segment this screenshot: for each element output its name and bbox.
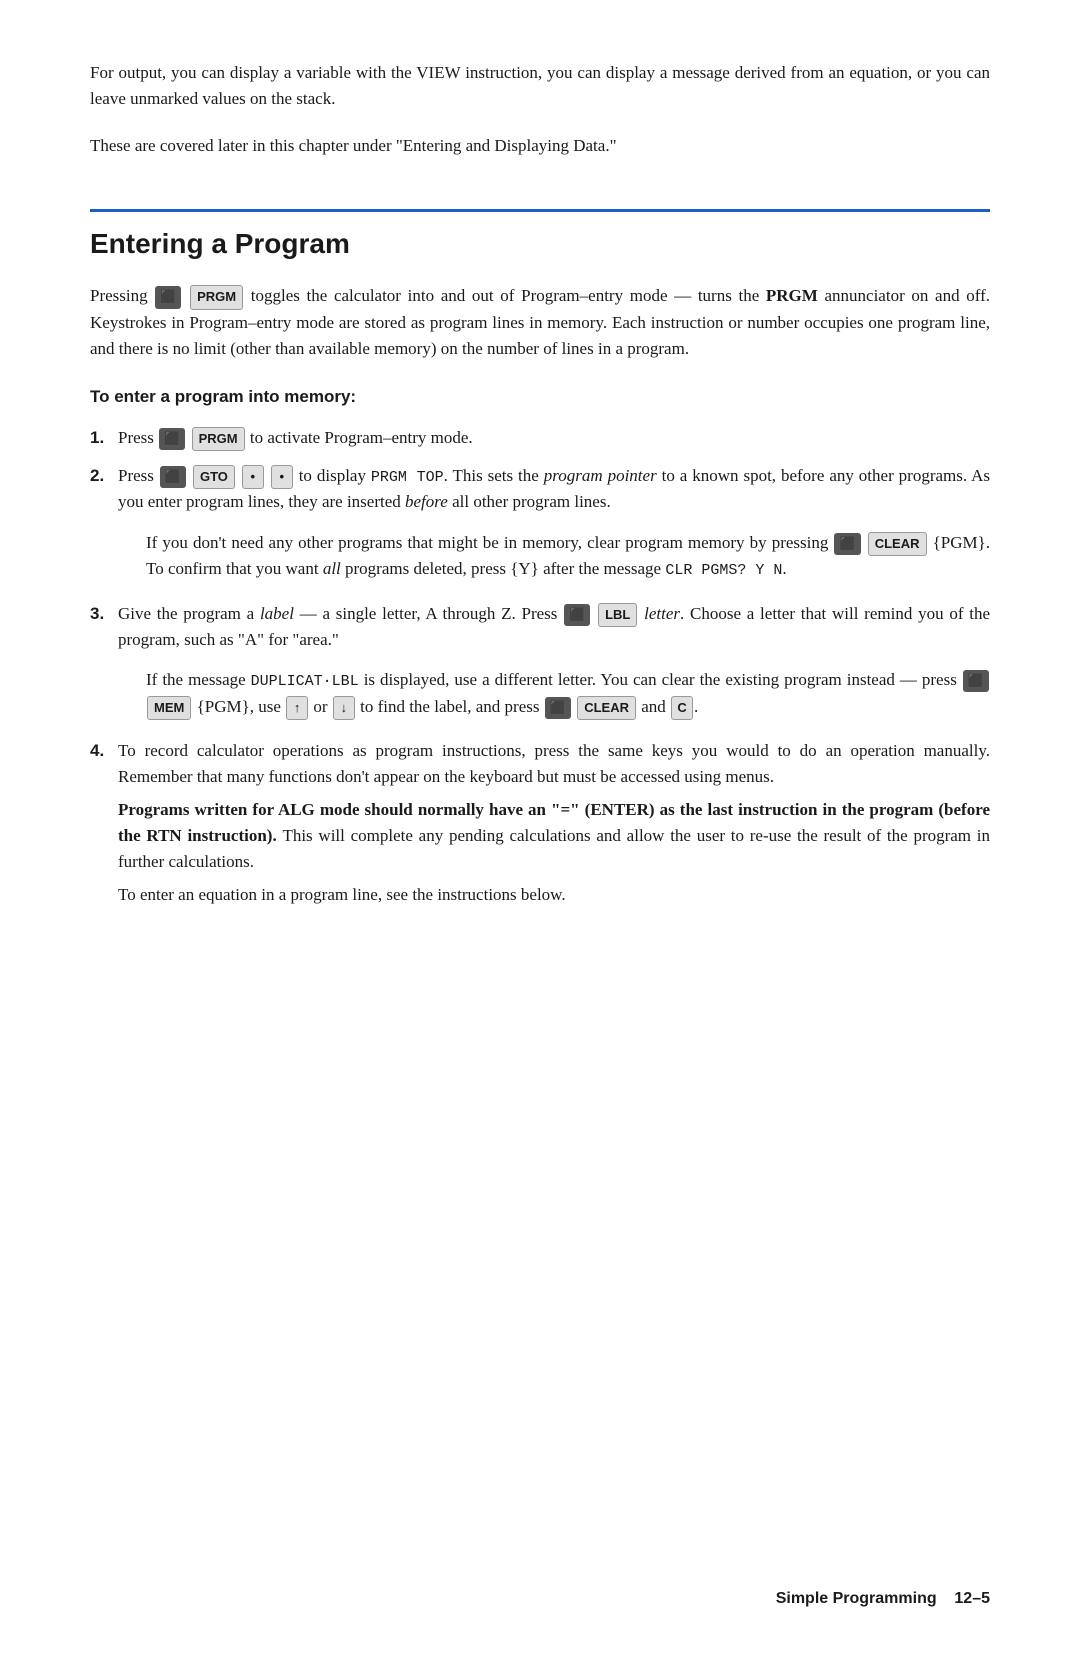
step1-key-shift: ⬛ [159,428,185,450]
intro-paragraph-1: For output, you can display a variable w… [90,60,990,113]
footer-text: Simple Programming 12–5 [776,1587,990,1612]
step1-key-prgm: PRGM [192,427,245,451]
step-1-content: Press ⬛ PRGM to activate Program–entry m… [118,425,990,451]
step-2: 2. Press ⬛ GTO • • to display PRGM TOP. … [90,463,990,588]
step-2-note: If you don't need any other programs tha… [146,530,990,583]
step-3-content: Give the program a label — a single lett… [118,601,990,726]
step-4-bold-statement: Programs written for ALG mode should nor… [118,797,990,876]
section-title: Entering a Program [90,222,990,265]
step3-note-c: C [671,696,693,720]
subsection-title: To enter a program into memory: [90,384,990,410]
step-1-num: 1. [90,425,118,451]
key-shift-left: ⬛ [155,286,181,308]
step-3: 3. Give the program a label — a single l… [90,601,990,726]
steps-list: 1. Press ⬛ PRGM to activate Program–entr… [90,425,990,914]
step2-key-dot2: • [271,465,293,489]
step3-key-lbl: LBL [598,603,637,627]
intro-note: These are covered later in this chapter … [90,133,990,159]
step-4-final: To enter an equation in a program line, … [118,882,990,908]
step3-note-up: ↑ [286,696,308,720]
step3-note-shift1: ⬛ [963,670,989,692]
step-2-num: 2. [90,463,118,489]
step-4-num: 4. [90,738,118,764]
step3-note-mem: MEM [147,696,191,720]
footer: Simple Programming 12–5 [90,1587,990,1612]
step2-note-key-clear: CLEAR [868,532,927,556]
step2-key-gto: GTO [193,465,235,489]
section-intro: Pressing ⬛ PRGM toggles the calculator i… [90,283,990,362]
step-3-num: 3. [90,601,118,627]
step-4: 4. To record calculator operations as pr… [90,738,990,914]
step-3-note: If the message DUPLICAT·LBL is displayed… [146,667,990,720]
step3-note-shift2: ⬛ [545,697,571,719]
step2-key-shift: ⬛ [160,466,186,488]
step3-note-clear: CLEAR [577,696,636,720]
step3-note-down: ↓ [333,696,355,720]
key-prgm: PRGM [190,285,243,309]
step2-key-dot1: • [242,465,264,489]
step-1: 1. Press ⬛ PRGM to activate Program–entr… [90,425,990,451]
step2-note-key-shift: ⬛ [834,533,860,555]
section-divider [90,209,990,212]
step3-key-shift: ⬛ [564,604,590,626]
step-2-content: Press ⬛ GTO • • to display PRGM TOP. Thi… [118,463,990,588]
step-4-content: To record calculator operations as progr… [118,738,990,914]
